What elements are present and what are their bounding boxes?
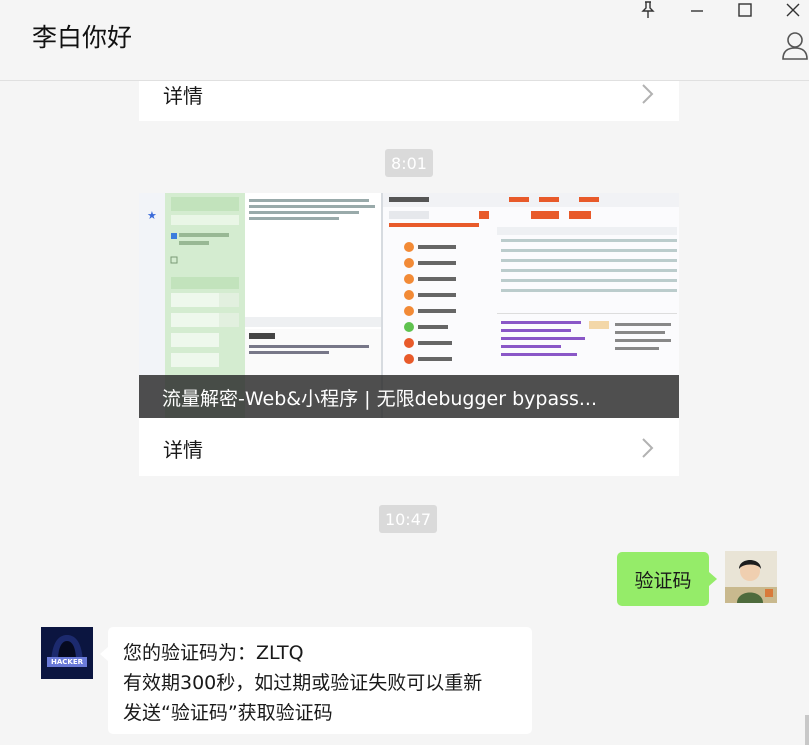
their-message-bubble[interactable]: 您的验证码为：ZLTQ 有效期300秒，如过期或验证失败可以重新 发送“验证码”… <box>100 627 532 734</box>
article-card[interactable]: ★ 流量解密-Web&小程序 | 无限debugger bypass... 详情 <box>139 193 679 476</box>
chevron-right-icon <box>635 82 659 106</box>
avatar[interactable] <box>725 551 777 603</box>
scrollbar[interactable] <box>805 715 809 745</box>
article-thumbnail[interactable]: ★ 流量解密-Web&小程序 | 无限debugger bypass... <box>139 193 679 418</box>
detail-label: 详情 <box>163 437 203 462</box>
hacker-avatar-image <box>41 627 93 679</box>
svg-text:★: ★ <box>147 209 157 222</box>
chevron-right-icon <box>635 436 659 460</box>
my-message-bubble[interactable]: 验证码 <box>617 552 717 606</box>
my-avatar-image <box>725 551 777 603</box>
pin-icon[interactable] <box>634 0 662 20</box>
maximize-icon[interactable] <box>731 0 759 20</box>
avatar[interactable]: HACKER <box>41 627 93 679</box>
message-line: 发送“验证码”获取验证码 <box>123 702 333 724</box>
message-line: 您的验证码为：ZLTQ <box>123 642 304 664</box>
chat-title: 李白你好 <box>32 23 133 52</box>
card-detail-row[interactable]: 详情 <box>139 420 679 476</box>
avatar-text: HACKER <box>50 658 83 666</box>
detail-label: 详情 <box>163 83 203 108</box>
article-card[interactable]: 详情 <box>139 81 679 121</box>
person-icon[interactable] <box>781 30 809 62</box>
article-title: 流量解密-Web&小程序 | 无限debugger bypass... <box>139 375 679 418</box>
close-icon[interactable] <box>779 0 807 20</box>
timestamp: 10:47 <box>379 505 437 533</box>
card-detail-row[interactable]: 详情 <box>139 66 679 122</box>
timestamp: 8:01 <box>385 149 433 177</box>
minimize-icon[interactable] <box>683 0 711 20</box>
message-line: 有效期300秒，如过期或验证失败可以重新 <box>123 672 483 694</box>
